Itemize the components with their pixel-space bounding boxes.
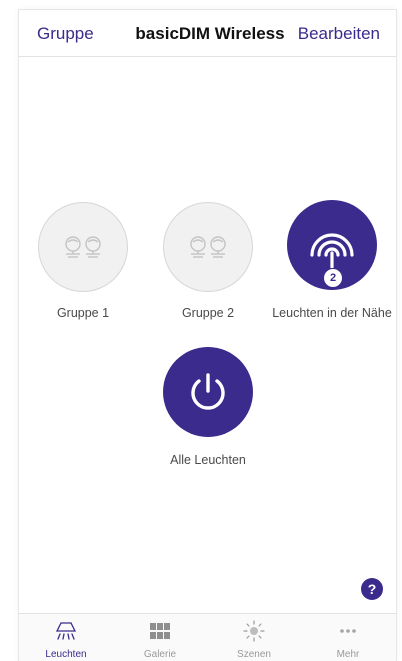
tab-mehr[interactable]: Mehr <box>301 614 395 661</box>
lamps-icon <box>65 236 101 258</box>
tab-leuchten[interactable]: Leuchten <box>19 614 113 661</box>
tab-leuchten-label: Leuchten <box>45 649 87 660</box>
app-screen: Gruppe basicDIM Wireless Bearbeiten Grup… <box>19 10 396 661</box>
wireless-signal-icon <box>310 233 354 269</box>
power-icon <box>191 373 225 410</box>
all-lights-label: Alle Leuchten <box>170 453 246 467</box>
edit-button[interactable]: Bearbeiten <box>298 24 380 44</box>
page-title: basicDIM Wireless <box>135 24 285 43</box>
tab-bar: Leuchten Galerie Szenen Mehr <box>19 613 396 661</box>
sun-icon <box>243 620 265 642</box>
tab-szenen-label: Szenen <box>237 649 271 660</box>
tab-szenen[interactable]: Szenen <box>207 614 301 661</box>
grid-icon <box>150 623 170 639</box>
tab-galerie[interactable]: Galerie <box>113 614 207 661</box>
group-2-label: Gruppe 2 <box>181 306 235 320</box>
tab-mehr-label: Mehr <box>336 649 360 660</box>
tab-galerie-label: Galerie <box>143 649 177 660</box>
help-button[interactable]: ? <box>361 578 383 600</box>
group-1-label: Gruppe 1 <box>56 306 110 320</box>
nearby-lights-circle[interactable]: 2 <box>287 200 377 290</box>
all-lights-power-button[interactable] <box>163 347 253 437</box>
ceiling-light-icon <box>55 622 77 640</box>
group-button[interactable]: Gruppe <box>37 24 94 44</box>
group-2-circle[interactable] <box>163 202 253 292</box>
group-1-circle[interactable] <box>38 202 128 292</box>
more-dots-icon <box>340 629 356 633</box>
navigation-bar: Gruppe basicDIM Wireless Bearbeiten <box>19 10 396 57</box>
nearby-lights-label: Leuchten in der Nähe <box>272 306 392 320</box>
lamps-icon <box>190 236 226 258</box>
nearby-count-badge: 2 <box>323 268 343 288</box>
